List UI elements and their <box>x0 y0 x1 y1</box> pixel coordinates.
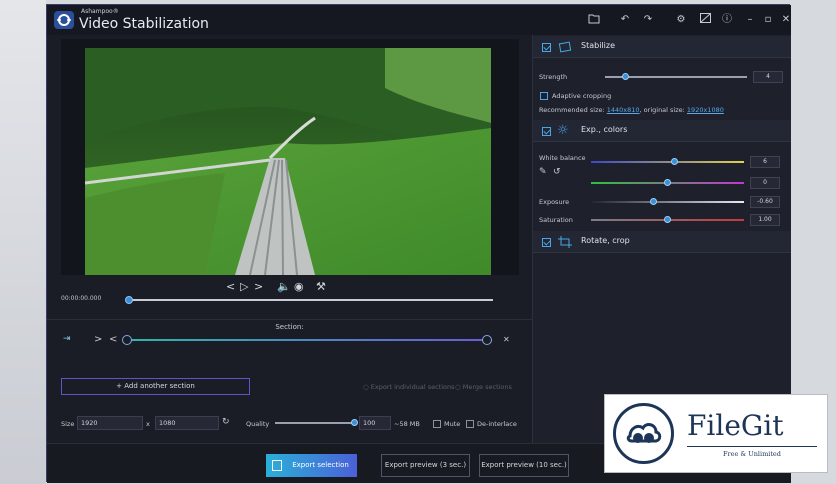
wrench-icon[interactable]: ⚒ <box>316 280 326 294</box>
exposure-label: Exposure <box>539 198 570 206</box>
redo-icon[interactable]: ↷ <box>641 13 655 27</box>
stabilize-checkbox[interactable] <box>542 43 551 52</box>
crop-icon <box>558 236 572 248</box>
reset-size-icon[interactable]: ↻ <box>222 417 230 427</box>
export-preview-3-button[interactable]: Export preview (3 sec.) <box>381 454 470 477</box>
mute-label: Mute <box>444 420 461 428</box>
rotate-title: Rotate, crop <box>581 236 630 245</box>
image-compare-icon[interactable] <box>698 13 712 27</box>
exposure-slider-handle[interactable] <box>649 198 657 205</box>
section-label: Section: <box>275 323 304 331</box>
adaptive-cropping-label: Adaptive cropping <box>552 92 612 100</box>
open-folder-icon[interactable] <box>587 13 601 27</box>
eyedropper-icon[interactable]: ✎ <box>539 167 547 177</box>
stabilize-icon <box>558 41 572 53</box>
section-range-bar[interactable] <box>122 335 492 345</box>
strength-slider[interactable] <box>605 73 747 80</box>
desktop-background <box>0 0 46 484</box>
deinterlace-label: De-interlace <box>477 420 517 428</box>
volume-icon[interactable]: 🔈 <box>277 280 291 294</box>
section-next-icon[interactable]: > <box>94 334 102 345</box>
section-start-handle[interactable] <box>122 335 132 345</box>
white-balance-value-2[interactable]: 0 <box>750 177 780 189</box>
colors-section-header[interactable]: ☼ Exp., colors <box>533 120 791 142</box>
white-balance-handle-2[interactable] <box>663 179 671 186</box>
mute-checkbox[interactable] <box>433 420 441 428</box>
previous-frame-icon[interactable]: < <box>226 280 235 294</box>
export-individual-radio[interactable]: ○ Export individual sections <box>363 383 455 391</box>
strength-value[interactable]: 4 <box>753 71 783 83</box>
settings-gear-icon[interactable]: ⚙ <box>674 13 688 27</box>
colors-checkbox[interactable] <box>542 127 551 136</box>
remove-section-icon[interactable]: ✕ <box>503 335 510 344</box>
filegit-tagline: Free & Unlimited <box>723 450 781 458</box>
strength-slider-handle[interactable] <box>622 73 630 80</box>
section-prev-icon[interactable]: < <box>109 334 117 345</box>
section-end-handle[interactable] <box>482 335 492 345</box>
height-input[interactable]: 1080 <box>155 416 219 430</box>
brand-name: Ashampoo® <box>81 8 119 15</box>
video-frame <box>61 39 519 275</box>
divider <box>47 319 532 320</box>
strength-label: Strength <box>539 73 568 81</box>
quality-input[interactable]: 100 <box>359 416 391 430</box>
preview-panel: < ▷ > 🔈 ◉ ⚒ 00:00:00.000 Section: ⇥ > < … <box>47 35 532 483</box>
saturation-value[interactable]: 1.00 <box>750 214 780 226</box>
undo-icon[interactable]: ↶ <box>618 13 632 27</box>
white-balance-slider-1[interactable] <box>591 158 744 165</box>
exposure-slider[interactable] <box>591 198 744 205</box>
merge-sections-radio[interactable]: ○ Merge sections <box>455 383 512 391</box>
deinterlace-checkbox[interactable] <box>466 420 474 428</box>
filegit-logo-icon <box>613 403 674 464</box>
ashampoo-logo-icon <box>54 11 74 29</box>
saturation-slider[interactable] <box>591 216 744 223</box>
quality-slider[interactable] <box>275 419 358 426</box>
reset-colors-icon[interactable]: ↺ <box>553 167 561 177</box>
maximize-icon[interactable]: ▫ <box>761 13 775 27</box>
original-size-link[interactable]: 1920x1080 <box>687 106 724 114</box>
filegit-watermark: FileGit Free & Unlimited <box>604 394 828 473</box>
stabilize-title: Stabilize <box>581 41 615 50</box>
rotate-checkbox[interactable] <box>542 238 551 247</box>
rotate-section-header[interactable]: Rotate, crop <box>533 231 791 253</box>
white-balance-handle-1[interactable] <box>671 158 679 165</box>
recommended-size-link[interactable]: 1440x810 <box>607 106 640 114</box>
size-label: Size <box>61 420 75 428</box>
minimize-icon[interactable]: – <box>743 13 757 27</box>
timecode: 00:00:00.000 <box>61 295 102 302</box>
seek-handle[interactable] <box>125 296 133 304</box>
export-selection-button[interactable]: Export selection <box>266 454 357 477</box>
filegit-rule <box>687 446 817 447</box>
saturation-label: Saturation <box>539 216 573 224</box>
seek-bar[interactable] <box>125 296 493 304</box>
app-title: Video Stabilization <box>79 16 209 32</box>
filegit-name: FileGit <box>687 409 784 442</box>
size-estimate: ~58 MB <box>394 420 420 428</box>
export-preview-10-button[interactable]: Export preview (10 sec.) <box>479 454 569 477</box>
export-icon <box>272 460 282 471</box>
video-preview[interactable] <box>85 48 491 275</box>
white-balance-value-1[interactable]: 6 <box>750 156 780 168</box>
quality-slider-handle[interactable] <box>351 419 358 426</box>
preview-eye-icon[interactable]: ◉ <box>294 280 304 294</box>
sun-icon: ☼ <box>557 123 569 138</box>
width-input[interactable]: 1920 <box>77 416 143 430</box>
quality-label: Quality <box>246 420 270 428</box>
recommended-size-text: Recommended size: 1440x810, original siz… <box>539 106 724 114</box>
info-icon[interactable]: ⓘ <box>720 13 734 27</box>
add-section-button[interactable]: + Add another section <box>61 378 250 395</box>
white-balance-slider-2[interactable] <box>591 179 744 186</box>
next-frame-icon[interactable]: > <box>254 280 263 294</box>
saturation-slider-handle[interactable] <box>663 216 671 223</box>
white-balance-label: White balance <box>539 154 586 162</box>
colors-title: Exp., colors <box>581 125 628 134</box>
title-bar: Ashampoo® Video Stabilization ↶ ↷ ⚙ ⓘ – … <box>47 5 791 35</box>
close-window-icon[interactable]: ✕ <box>779 13 793 27</box>
export-section-icon[interactable]: ⇥ <box>63 334 71 344</box>
times-sign: x <box>146 420 150 428</box>
adaptive-cropping-checkbox[interactable] <box>540 92 548 100</box>
play-icon[interactable]: ▷ <box>240 280 248 294</box>
stabilize-section-header[interactable]: Stabilize <box>533 36 791 58</box>
exposure-value[interactable]: -0.60 <box>750 196 780 208</box>
